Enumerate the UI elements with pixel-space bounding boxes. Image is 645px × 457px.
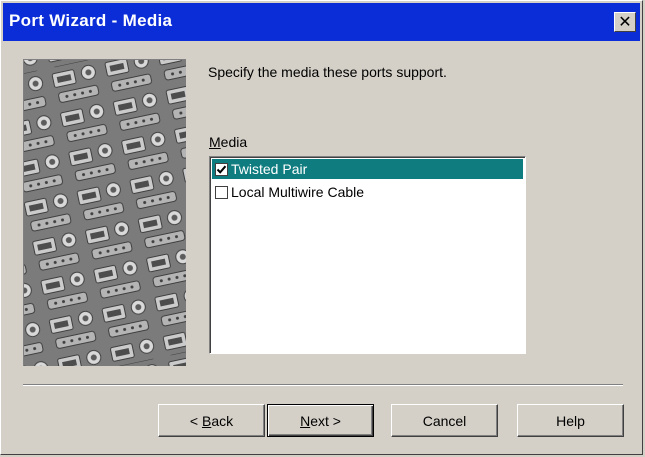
- media-label-accelerator: M: [209, 134, 221, 150]
- media-listbox[interactable]: Twisted Pair Local Multiwire Cable: [209, 156, 526, 354]
- window-title: Port Wizard - Media: [9, 11, 173, 30]
- close-icon: ✕: [618, 12, 632, 31]
- media-item-twisted-pair[interactable]: Twisted Pair: [212, 159, 523, 179]
- twisted-pair-checkbox[interactable]: [215, 162, 228, 176]
- back-prefix: <: [189, 412, 202, 429]
- cancel-button[interactable]: Cancel: [391, 404, 498, 437]
- back-accelerator: B: [201, 412, 212, 429]
- separator-line: [23, 384, 623, 386]
- title-bar[interactable]: Port Wizard - Media ✕: [3, 3, 640, 41]
- media-label: Media: [209, 134, 247, 150]
- back-button[interactable]: < Back: [158, 404, 265, 437]
- cancel-button-label: Cancel: [422, 412, 467, 429]
- ports-pattern-image: [24, 60, 186, 366]
- port-wizard-window: Port Wizard - Media ✕ Specify the media …: [0, 0, 643, 455]
- help-button[interactable]: Help: [517, 404, 624, 437]
- local-multiwire-cable-checkbox[interactable]: [215, 185, 228, 199]
- network-ports-illustration: [23, 59, 186, 366]
- next-accelerator: N: [300, 412, 311, 429]
- close-button[interactable]: ✕: [614, 12, 636, 32]
- help-button-label: Help: [556, 412, 585, 429]
- instruction-text: Specify the media these ports support.: [208, 64, 447, 80]
- twisted-pair-label: Twisted Pair: [231, 161, 308, 177]
- back-button-label: < Back: [190, 413, 233, 429]
- next-button-label: Next >: [300, 413, 341, 429]
- media-item-local-multiwire-cable[interactable]: Local Multiwire Cable: [212, 182, 523, 202]
- next-rest: ext >: [310, 412, 341, 429]
- local-multiwire-cable-label: Local Multiwire Cable: [231, 184, 365, 200]
- checkmark-icon: [216, 165, 227, 174]
- media-label-rest: edia: [220, 134, 248, 150]
- next-button[interactable]: Next >: [267, 404, 374, 437]
- back-rest: ack: [211, 412, 234, 429]
